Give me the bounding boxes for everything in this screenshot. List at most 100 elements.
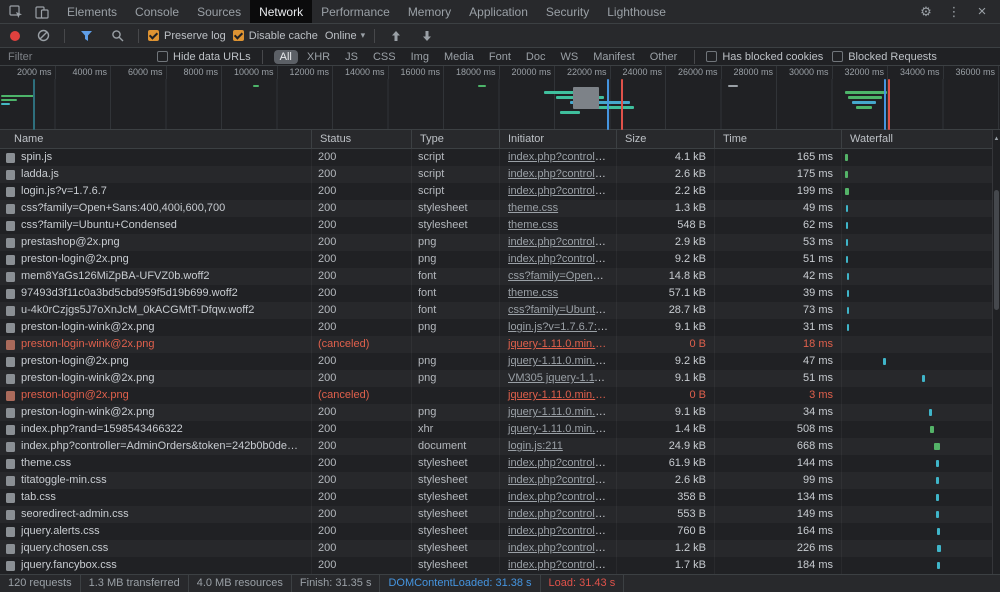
scroll-up-icon[interactable]: ▲ [993, 130, 1000, 149]
blocked-requests-toggle[interactable]: Blocked Requests [832, 51, 937, 63]
request-row[interactable]: preston-login@2x.png(canceled)jquery-1.1… [0, 387, 1000, 404]
request-row[interactable]: jquery.chosen.css200stylesheetindex.php?… [0, 540, 1000, 557]
filter-pill-js[interactable]: JS [339, 50, 364, 64]
record-button[interactable] [10, 31, 20, 41]
tab-memory[interactable]: Memory [399, 0, 460, 23]
filter-pill-manifest[interactable]: Manifest [587, 50, 641, 64]
request-row[interactable]: tab.css200stylesheetindex.php?controller… [0, 489, 1000, 506]
export-har-icon[interactable] [415, 26, 439, 46]
overview-graph[interactable] [0, 79, 1000, 129]
device-toolbar-icon[interactable] [30, 2, 54, 22]
column-header-type[interactable]: Type [412, 130, 500, 148]
preserve-log-toggle[interactable]: Preserve log [148, 30, 226, 42]
request-row[interactable]: theme.css200stylesheetindex.php?controll… [0, 455, 1000, 472]
filter-pill-img[interactable]: Img [405, 50, 435, 64]
initiator-link[interactable]: index.php?controller=AdminOrd… [508, 474, 617, 486]
request-row[interactable]: preston-login@2x.png200pngjquery-1.11.0.… [0, 353, 1000, 370]
hide-data-urls-checkbox[interactable] [157, 51, 168, 62]
initiator-link[interactable]: jquery-1.11.0.min.js:4 [508, 389, 612, 401]
initiator-link[interactable]: index.php?controller=AdminOrd… [508, 491, 617, 503]
filter-pill-other[interactable]: Other [644, 50, 684, 64]
filter-pill-xhr[interactable]: XHR [301, 50, 336, 64]
request-row[interactable]: css?family=Ubuntu+Condensed200stylesheet… [0, 217, 1000, 234]
initiator-link[interactable]: index.php?controller=AdminLogi… [508, 236, 617, 248]
request-row[interactable]: u-4k0rCzjgs5J7oXnJcM_0kACGMtT-Dfqw.woff2… [0, 302, 1000, 319]
tab-console[interactable]: Console [126, 0, 188, 23]
initiator-link[interactable]: jquery-1.11.0.min.js:4 [508, 423, 612, 435]
filter-pill-css[interactable]: CSS [367, 50, 402, 64]
request-row[interactable]: prestashop@2x.png200pngindex.php?control… [0, 234, 1000, 251]
initiator-link[interactable]: login.js?v=1.7.6.7:119 [508, 321, 615, 333]
request-row[interactable]: preston-login-wink@2x.png200pngVM305 jqu… [0, 370, 1000, 387]
column-header-name[interactable]: Name [0, 130, 312, 148]
initiator-link[interactable]: css?family=Ubuntu+Condensed [508, 304, 617, 316]
initiator-link[interactable]: css?family=Open+Sans:400,400i… [508, 270, 617, 282]
search-icon[interactable] [105, 26, 129, 46]
clear-icon[interactable] [31, 26, 55, 46]
initiator-link[interactable]: theme.css [508, 202, 558, 214]
tab-performance[interactable]: Performance [312, 0, 399, 23]
kebab-menu-icon[interactable]: ⋮ [942, 2, 966, 22]
blocked-requests-checkbox[interactable] [832, 51, 843, 62]
column-header-status[interactable]: Status [312, 130, 412, 148]
inspect-element-icon[interactable] [4, 2, 28, 22]
preserve-log-checkbox[interactable] [148, 30, 159, 41]
initiator-link[interactable]: index.php?controller=AdminOrd… [508, 559, 617, 571]
tab-elements[interactable]: Elements [58, 0, 126, 23]
request-row[interactable]: titatoggle-min.css200stylesheetindex.php… [0, 472, 1000, 489]
column-header-waterfall[interactable]: Waterfall [842, 130, 1000, 148]
tab-security[interactable]: Security [537, 0, 598, 23]
tab-application[interactable]: Application [460, 0, 537, 23]
filter-pill-media[interactable]: Media [438, 50, 480, 64]
disable-cache-checkbox[interactable] [233, 30, 244, 41]
import-har-icon[interactable] [384, 26, 408, 46]
initiator-link[interactable]: index.php?controller=AdminLogi… [508, 185, 617, 197]
initiator-link[interactable]: index.php?controller=AdminOrd… [508, 457, 617, 469]
filter-input[interactable] [8, 51, 148, 63]
initiator-link[interactable]: jquery-1.11.0.min.js:4 [508, 355, 612, 367]
initiator-link[interactable]: login.js:211 [508, 440, 563, 452]
settings-gear-icon[interactable]: ⚙ [914, 2, 938, 22]
initiator-link[interactable]: theme.css [508, 219, 558, 231]
has-blocked-cookies-toggle[interactable]: Has blocked cookies [706, 51, 823, 63]
request-row[interactable]: 97493d3f11c0a3bd5cbd959f5d19b699.woff220… [0, 285, 1000, 302]
request-row[interactable]: preston-login@2x.png200pngindex.php?cont… [0, 251, 1000, 268]
disable-cache-toggle[interactable]: Disable cache [233, 30, 318, 42]
request-rows[interactable]: spin.js200scriptindex.php?controller=Adm… [0, 149, 1000, 574]
tab-lighthouse[interactable]: Lighthouse [598, 0, 675, 23]
initiator-link[interactable]: VM305 jquery-1.11.0.min.js:4 [508, 372, 617, 384]
initiator-link[interactable]: index.php?controller=AdminOrd… [508, 508, 617, 520]
tab-network[interactable]: Network [250, 0, 312, 23]
close-icon[interactable]: × [970, 2, 994, 22]
request-row[interactable]: preston-login-wink@2x.png(canceled)jquer… [0, 336, 1000, 353]
filter-pill-ws[interactable]: WS [554, 50, 584, 64]
request-row[interactable]: css?family=Open+Sans:400,400i,600,700200… [0, 200, 1000, 217]
filter-pill-all[interactable]: All [274, 50, 298, 64]
initiator-link[interactable]: index.php?controller=AdminLogi… [508, 151, 617, 163]
initiator-link[interactable]: index.php?controller=AdminLogi… [508, 253, 617, 265]
filter-funnel-icon[interactable] [74, 26, 98, 46]
initiator-link[interactable]: index.php?controller=AdminOrd… [508, 542, 617, 554]
tab-sources[interactable]: Sources [188, 0, 250, 23]
request-row[interactable]: preston-login-wink@2x.png200pngjquery-1.… [0, 404, 1000, 421]
scrollbar-thumb[interactable] [994, 190, 999, 310]
request-row[interactable]: login.js?v=1.7.6.7200scriptindex.php?con… [0, 183, 1000, 200]
column-header-time[interactable]: Time [715, 130, 842, 148]
throttling-select[interactable]: Online ▾ [325, 30, 365, 42]
request-row[interactable]: preston-login-wink@2x.png200pnglogin.js?… [0, 319, 1000, 336]
request-row[interactable]: seoredirect-admin.css200stylesheetindex.… [0, 506, 1000, 523]
initiator-link[interactable]: jquery-1.11.0.min.js:4 [508, 338, 612, 350]
has-blocked-cookies-checkbox[interactable] [706, 51, 717, 62]
column-header-size[interactable]: Size [617, 130, 715, 148]
filter-pill-doc[interactable]: Doc [520, 50, 552, 64]
filter-pill-font[interactable]: Font [483, 50, 517, 64]
initiator-link[interactable]: jquery-1.11.0.min.js:4 [508, 406, 612, 418]
column-header-initiator[interactable]: Initiator [500, 130, 617, 148]
initiator-link[interactable]: theme.css [508, 287, 558, 299]
request-row[interactable]: jquery.alerts.css200stylesheetindex.php?… [0, 523, 1000, 540]
initiator-link[interactable]: index.php?controller=AdminLogi… [508, 168, 617, 180]
initiator-link[interactable]: index.php?controller=AdminOrd… [508, 525, 617, 537]
request-row[interactable]: mem8YaGs126MiZpBA-UFVZ0b.woff2200fontcss… [0, 268, 1000, 285]
request-row[interactable]: index.php?controller=AdminOrders&token=2… [0, 438, 1000, 455]
hide-data-urls-toggle[interactable]: Hide data URLs [157, 51, 251, 63]
